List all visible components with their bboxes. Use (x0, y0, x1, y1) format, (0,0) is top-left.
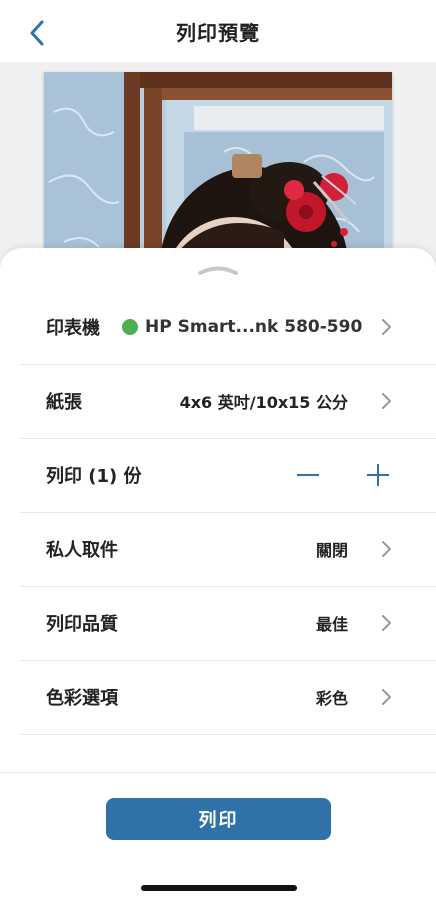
increase-copies-button[interactable] (360, 457, 396, 493)
printer-status-indicator (122, 319, 138, 335)
photo-preview (44, 72, 392, 272)
color-options-row[interactable]: 色彩選項 彩色 (20, 660, 436, 735)
print-quality-row[interactable]: 列印品質 最佳 (20, 586, 436, 661)
copies-label: 列印 (1) 份 (46, 466, 142, 487)
print-settings-sheet: 印表機 HP Smart...nk 580-590 紙張 4x6 英吋/10x1… (0, 248, 436, 772)
printer-row[interactable]: 印表機 HP Smart...nk 580-590 (20, 290, 436, 365)
sheet-handle[interactable] (196, 261, 240, 275)
private-pickup-value: 關閉 (315, 541, 348, 560)
plus-icon (367, 464, 389, 486)
chevron-right-icon (382, 541, 391, 557)
chevron-right-icon (382, 319, 391, 335)
printer-value: HP Smart...nk 580-590 (122, 317, 362, 337)
paper-label: 紙張 (46, 392, 82, 413)
private-pickup-label: 私人取件 (46, 540, 118, 561)
chevron-up-icon (198, 266, 238, 275)
preview-area (0, 62, 436, 272)
chevron-right-icon (382, 689, 391, 705)
page-title: 列印預覽 (176, 20, 260, 45)
color-options-value: 彩色 (315, 689, 348, 708)
print-quality-label: 列印品質 (46, 614, 118, 635)
chevron-left-icon (30, 20, 44, 46)
copies-row: 列印 (1) 份 (20, 438, 436, 513)
color-options-label: 色彩選項 (46, 688, 118, 709)
printer-name: HP Smart...nk 580-590 (145, 317, 363, 337)
paper-row[interactable]: 紙張 4x6 英吋/10x15 公分 (20, 364, 436, 439)
paper-value: 4x6 英吋/10x15 公分 (179, 393, 348, 412)
chevron-right-icon (382, 615, 391, 631)
print-button[interactable]: 列印 (106, 798, 331, 840)
back-button[interactable] (22, 18, 52, 48)
decrease-copies-button[interactable] (290, 457, 326, 493)
chevron-right-icon (382, 393, 391, 409)
header-bar: 列印預覽 (0, 0, 436, 62)
footer-bar: 列印 (0, 772, 436, 901)
printer-label: 印表機 (46, 318, 100, 339)
print-quality-value: 最佳 (315, 615, 348, 634)
home-indicator (141, 885, 297, 891)
private-pickup-row[interactable]: 私人取件 關閉 (20, 512, 436, 587)
minus-icon (297, 474, 319, 476)
